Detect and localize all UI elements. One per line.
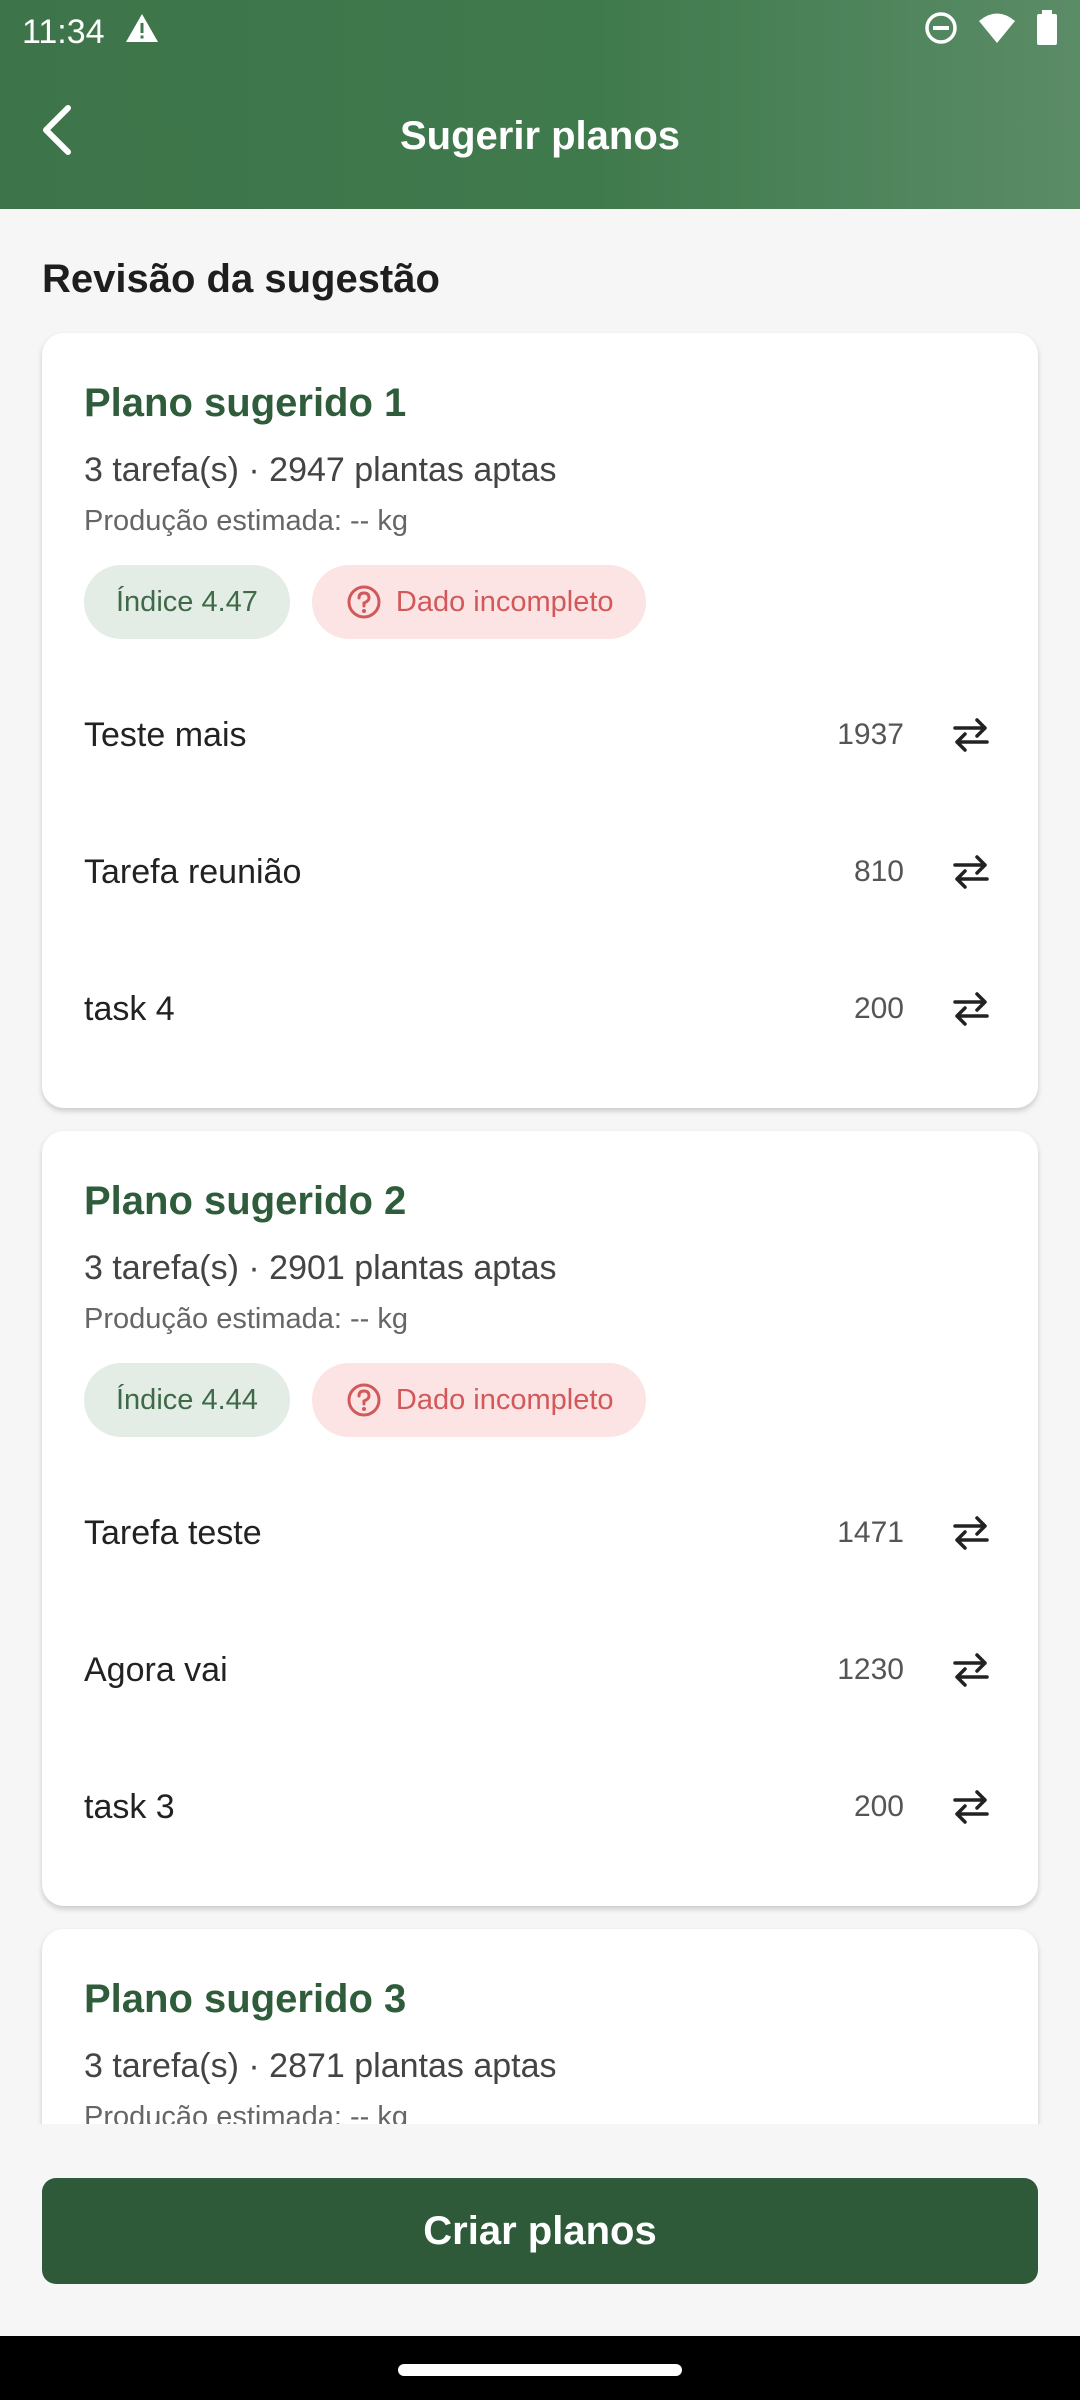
incomplete-data-chip: Dado incompleto <box>311 565 646 639</box>
task-count: 1937 <box>837 718 904 751</box>
index-chip-label: Índice 4.47 <box>116 585 258 618</box>
swap-horizontal-icon <box>953 855 989 889</box>
incomplete-data-chip: Dado incompleto <box>311 1363 646 1437</box>
swap-task-button[interactable] <box>946 710 996 760</box>
plan-production: Produção estimada: -- kg <box>84 505 408 537</box>
incomplete-data-label: Dado incompleto <box>395 585 614 618</box>
swap-horizontal-icon <box>953 1516 989 1550</box>
task-name: Tarefa reunião <box>84 852 302 891</box>
swap-horizontal-icon <box>953 718 989 752</box>
task-row: Teste mais 1937 <box>84 685 996 785</box>
app-bar: Sugerir planos <box>0 64 1080 209</box>
plan-production: Produção estimada: -- kg <box>84 1303 408 1335</box>
bottom-action-area: Criar planos <box>0 2124 1080 2336</box>
back-button[interactable] <box>30 102 86 158</box>
swap-horizontal-icon <box>953 992 989 1026</box>
plan-card: Plano sugerido 2 3 tarefa(s) · 2901 plan… <box>42 1131 1038 1906</box>
index-chip: Índice 4.47 <box>84 565 290 639</box>
task-count: 1230 <box>837 1653 904 1686</box>
wifi-icon <box>978 12 1016 53</box>
plan-production: Produção estimada: -- kg <box>84 2101 408 2124</box>
chevron-left-icon <box>43 105 71 155</box>
swap-task-button[interactable] <box>946 847 996 897</box>
warning-icon <box>125 13 159 52</box>
swap-task-button[interactable] <box>946 1782 996 1832</box>
index-chip-label: Índice 4.44 <box>116 1383 258 1416</box>
task-row: Agora vai 1230 <box>84 1620 996 1720</box>
swap-horizontal-icon <box>953 1653 989 1687</box>
task-count: 1471 <box>837 1516 904 1549</box>
task-row: Tarefa teste 1471 <box>84 1483 996 1583</box>
status-bar: 11:34 <box>0 0 1080 64</box>
swap-task-button[interactable] <box>946 984 996 1034</box>
section-title: Revisão da sugestão <box>42 257 440 301</box>
plan-card: Plano sugerido 1 3 tarefa(s) · 2947 plan… <box>42 333 1038 1108</box>
help-circle-icon <box>347 585 381 619</box>
swap-horizontal-icon <box>953 1790 989 1824</box>
help-circle-icon <box>347 1383 381 1417</box>
status-time: 11:34 <box>22 12 105 51</box>
task-name: Tarefa teste <box>84 1513 262 1552</box>
home-gesture-handle[interactable] <box>398 2364 682 2376</box>
task-count: 810 <box>853 855 904 888</box>
swap-task-button[interactable] <box>946 1645 996 1695</box>
task-count: 200 <box>853 1790 904 1823</box>
plans-scroll-area[interactable]: Revisão da sugestão Plano sugerido 1 3 t… <box>0 209 1080 2124</box>
task-name: task 3 <box>84 1787 175 1826</box>
plan-summary: 3 tarefa(s) · 2901 plantas aptas <box>84 1249 557 1287</box>
incomplete-data-label: Dado incompleto <box>395 1383 614 1416</box>
task-name: Agora vai <box>84 1650 228 1689</box>
task-name: task 4 <box>84 989 175 1028</box>
battery-icon <box>1036 9 1058 55</box>
plan-title: Plano sugerido 1 <box>84 381 407 425</box>
task-name: Teste mais <box>84 715 247 754</box>
task-row: task 4 200 <box>84 959 996 1059</box>
task-count: 200 <box>853 992 904 1025</box>
swap-task-button[interactable] <box>946 1508 996 1558</box>
create-plans-button[interactable]: Criar planos <box>42 2178 1038 2284</box>
plan-summary: 3 tarefa(s) · 2871 plantas aptas <box>84 2047 557 2085</box>
task-row: Tarefa reunião 810 <box>84 822 996 922</box>
task-row: task 3 200 <box>84 1757 996 1857</box>
system-navigation-bar <box>0 2336 1080 2400</box>
plan-title: Plano sugerido 3 <box>84 1977 407 2021</box>
page-title: Sugerir planos <box>399 114 681 158</box>
do-not-disturb-icon <box>924 11 958 54</box>
index-chip: Índice 4.44 <box>84 1363 290 1437</box>
plan-card: Plano sugerido 3 3 tarefa(s) · 2871 plan… <box>42 1929 1038 2124</box>
plan-summary: 3 tarefa(s) · 2947 plantas aptas <box>84 451 557 489</box>
plan-title: Plano sugerido 2 <box>84 1179 407 1223</box>
